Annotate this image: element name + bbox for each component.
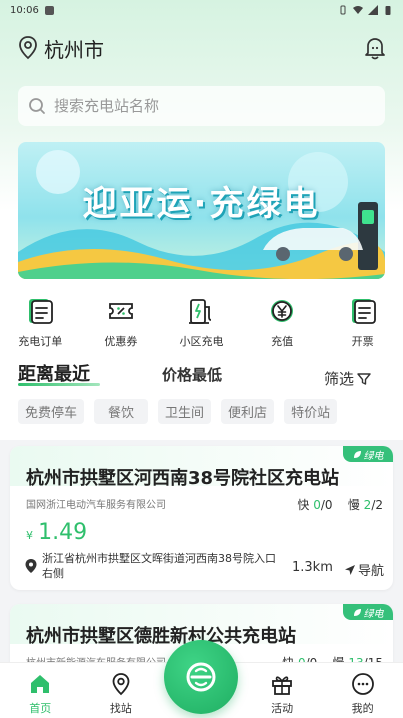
station-name: 杭州市拱墅区德胜新村公共充电站 — [26, 626, 296, 647]
tag-free-parking[interactable]: 免费停车 — [18, 399, 85, 424]
sort-bar: 距离最近 价格最低 筛选 — [18, 360, 385, 390]
currency-symbol: ¥ — [26, 529, 33, 542]
price: ¥ 1.49 — [26, 520, 87, 545]
station-distance: 1.3km — [292, 560, 333, 575]
quick-menu: 充电订单 优惠券 小区充电 充值 开票 — [0, 297, 403, 352]
tag-convenience-store[interactable]: 便利店 — [221, 399, 275, 424]
navigation-arrow-icon — [345, 564, 355, 575]
community-charging-icon — [189, 299, 212, 324]
location-pin-icon[interactable] — [18, 36, 38, 60]
sort-cheapest-tab[interactable]: 价格最低 — [162, 364, 222, 385]
profile-icon — [351, 673, 374, 695]
order-icon — [29, 299, 54, 324]
leaf-icon — [353, 450, 361, 458]
station-card[interactable]: 绿电 杭州市拱墅区河西南38号院社区充电站 国网浙江电动汽车服务有限公司 快 0… — [10, 446, 393, 590]
header: 杭州市 — [18, 33, 386, 63]
badge-label: 绿电 — [363, 608, 384, 620]
address-row: 浙江省杭州市拱墅区文晖街道河西南38号院入口右侧 1.3km 导航 — [24, 550, 384, 584]
badge-label: 绿电 — [363, 450, 384, 462]
filter-icon — [357, 372, 371, 385]
tab-label: 找站 — [109, 702, 132, 715]
vibrate-icon — [340, 5, 346, 15]
banner-title: 迎亚运·充绿电 — [82, 184, 321, 224]
quick-item-coupons[interactable]: 优惠券 — [81, 297, 162, 352]
quick-item-label: 优惠券 — [104, 335, 138, 348]
gift-icon — [272, 676, 292, 695]
promo-banner[interactable]: 迎亚运·充绿电 — [18, 142, 385, 279]
navigate-button[interactable]: 导航 — [344, 560, 384, 579]
filter-label: 筛选 — [324, 370, 355, 388]
station-address: 浙江省杭州市拱墅区文晖街道河西南38号院入口右侧 — [42, 552, 276, 580]
station-operator: 国网浙江电动汽车服务有限公司 — [26, 500, 166, 511]
green-power-badge: 绿电 — [343, 604, 393, 620]
charge-scan-icon — [186, 662, 216, 692]
tag-special-price[interactable]: 特价站 — [284, 399, 338, 424]
location-icon — [25, 559, 37, 573]
tag-dining[interactable]: 餐饮 — [94, 399, 149, 424]
recharge-icon — [271, 300, 294, 322]
home-icon — [31, 675, 50, 693]
quick-item-community-charging[interactable]: 小区充电 — [161, 297, 242, 352]
quick-item-recharge[interactable]: 充值 — [242, 297, 323, 352]
slow-label: 慢 — [347, 498, 360, 512]
search-icon — [29, 98, 45, 114]
tab-profile[interactable]: 我的 — [322, 663, 403, 718]
fast-label: 快 — [297, 498, 310, 512]
tab-activities[interactable]: 活动 — [242, 663, 323, 718]
fast-total-count: 0 — [324, 498, 333, 512]
quick-item-label: 充电订单 — [18, 335, 63, 348]
active-tab-underline — [18, 383, 100, 386]
quick-item-invoice[interactable]: 开票 — [322, 297, 403, 352]
charger-availability: 快 0/0 慢 2/2 — [297, 498, 383, 512]
quick-item-label: 小区充电 — [179, 335, 224, 348]
price-amount: 1.49 — [38, 520, 88, 545]
quick-item-label: 充值 — [271, 335, 294, 348]
status-time: 10:06 — [10, 4, 39, 16]
status-bar: 10:06 — [0, 0, 403, 20]
city-selector[interactable]: 杭州市 — [44, 34, 104, 63]
tab-label: 活动 — [271, 702, 294, 715]
charge-scan-button[interactable] — [164, 640, 238, 714]
search-bar[interactable] — [18, 86, 385, 126]
tab-label: 首页 — [29, 702, 52, 715]
slow-free-count: 2 — [363, 498, 372, 512]
coupon-icon — [108, 303, 133, 319]
signal-icon — [368, 5, 378, 15]
slow-total-count: 2 — [375, 498, 383, 512]
tab-label: 我的 — [351, 702, 374, 715]
tab-find-station[interactable]: 找站 — [81, 663, 162, 718]
tab-home[interactable]: 首页 — [0, 663, 81, 718]
location-icon — [112, 673, 130, 696]
quick-item-orders[interactable]: 充电订单 — [0, 297, 81, 352]
wifi-icon — [353, 6, 363, 14]
fast-free-count: 0 — [313, 498, 321, 512]
notification-icon — [44, 5, 54, 15]
navigate-label: 导航 — [358, 564, 385, 579]
quick-item-label: 开票 — [351, 335, 374, 348]
tag-restroom[interactable]: 卫生间 — [158, 399, 212, 424]
bell-icon[interactable] — [364, 36, 386, 60]
filter-button[interactable]: 筛选 — [324, 368, 372, 389]
search-input[interactable] — [54, 97, 354, 115]
battery-icon — [385, 6, 391, 15]
facility-tags: 免费停车 餐饮 卫生间 便利店 特价站 — [18, 399, 338, 424]
green-power-badge: 绿电 — [343, 446, 393, 462]
station-name: 杭州市拱墅区河西南38号院社区充电站 — [26, 468, 340, 489]
leaf-icon — [353, 608, 361, 616]
invoice-icon — [351, 299, 376, 324]
